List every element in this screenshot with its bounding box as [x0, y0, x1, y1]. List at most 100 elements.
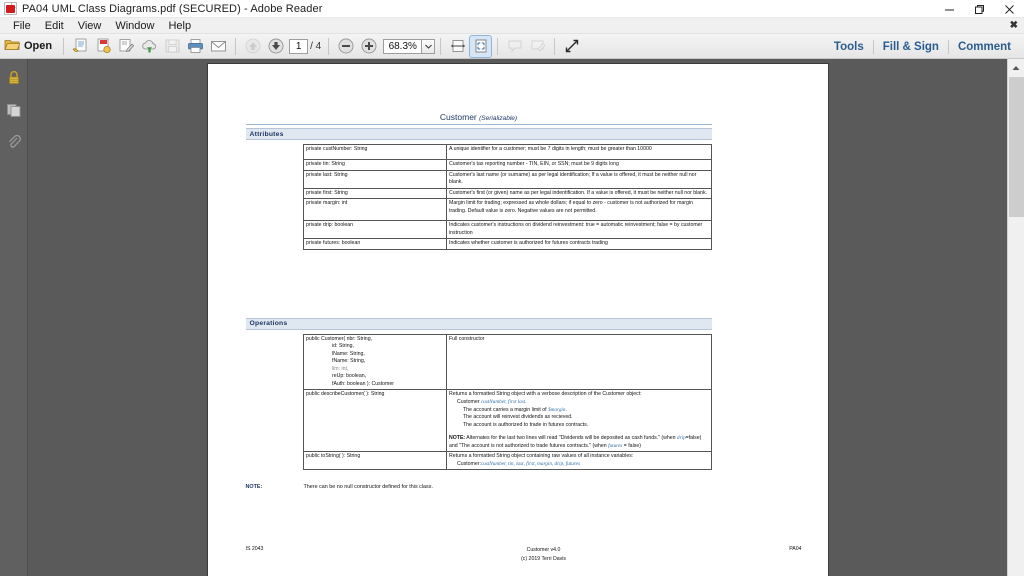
row-gutter [246, 390, 304, 452]
maximize-button[interactable] [964, 0, 994, 18]
pdf-page: Customer (Serializable) Attributes priva… [207, 64, 828, 576]
fullscreen-icon[interactable] [561, 36, 582, 57]
toolbar-divider [440, 37, 442, 55]
operation-description: Returns a formatted String object with a… [446, 389, 712, 453]
fill-and-sign-button[interactable]: Fill & Sign [874, 41, 948, 53]
class-name: Customer [439, 112, 477, 122]
operations-table: public Customer( nbr: String, id: String… [246, 333, 712, 471]
page-thumbnails-icon[interactable] [5, 101, 23, 119]
security-lock-icon[interactable] [5, 69, 23, 87]
attribute-signature: private tin: String [303, 159, 447, 171]
menu-edit[interactable]: Edit [38, 18, 71, 34]
operation-description: Full constructor [446, 333, 712, 391]
attribute-signature: private last: String [303, 169, 447, 189]
note-text: = false) [622, 442, 641, 449]
close-document-button[interactable]: ✖ [1010, 18, 1018, 34]
toolbar-right-links: Tools Fill & Sign Comment [825, 34, 1020, 59]
minimize-button[interactable] [934, 0, 964, 18]
row-gutter [246, 188, 304, 199]
create-pdf-icon[interactable] [70, 36, 91, 57]
edit-pdf-icon[interactable] [116, 36, 137, 57]
fit-page-icon[interactable] [469, 34, 493, 58]
class-stereotype: (Serializable) [479, 115, 518, 122]
menu-help[interactable]: Help [161, 18, 198, 34]
uml-class-diagram: Customer (Serializable) Attributes priva… [245, 112, 712, 490]
table-row: public toString( ): String Returns a for… [246, 451, 712, 471]
menu-view[interactable]: View [71, 18, 109, 34]
attribute-description: Customer's last name (or surname) as per… [446, 169, 712, 189]
close-button[interactable] [994, 0, 1024, 18]
document-viewport[interactable]: Customer (Serializable) Attributes priva… [28, 59, 1007, 576]
attachments-paperclip-icon[interactable] [5, 133, 23, 151]
class-title: Customer (Serializable) [246, 112, 712, 122]
chevron-down-icon[interactable] [421, 38, 436, 54]
toolbar-divider [235, 37, 237, 55]
toolbar-divider [497, 37, 499, 55]
table-row: private margin: int Margin limit for tra… [246, 198, 712, 222]
menu-window[interactable]: Window [108, 18, 161, 34]
desc-text: Customer: [457, 460, 481, 467]
arrow-down-icon[interactable] [265, 36, 286, 57]
scroll-up-icon[interactable] [1007, 59, 1024, 76]
page-count-label: / 4 [310, 40, 322, 52]
table-row: private custNumber: String A unique iden… [246, 144, 712, 160]
code-fragment: futures [608, 442, 623, 449]
print-icon[interactable] [185, 36, 206, 57]
table-row: private last: String Customer's last nam… [246, 169, 712, 189]
highlight-icon [527, 36, 548, 57]
footer-course-code: IS 2043 [245, 546, 264, 553]
footer-doc-version: Customer v4.0 [526, 547, 561, 554]
open-button[interactable]: Open [0, 36, 58, 57]
scrollbar-thumb[interactable] [1009, 77, 1024, 217]
email-icon[interactable] [208, 36, 229, 57]
menu-file[interactable]: File [6, 18, 38, 34]
zoom-group: 68.3% [334, 34, 446, 59]
comment-button[interactable]: Comment [949, 41, 1020, 53]
constructor-param: lName: String, [332, 350, 365, 357]
footer-assignment-code: PA04 [789, 546, 802, 553]
toolbar-divider [328, 37, 330, 55]
upload-cloud-icon[interactable] [139, 36, 160, 57]
code-fragment: custNumber, first last. [480, 398, 527, 405]
note-label: NOTE: [449, 435, 466, 442]
row-gutter [246, 199, 304, 221]
vertical-scrollbar[interactable] [1007, 59, 1024, 576]
row-gutter [246, 160, 304, 171]
zoom-out-icon[interactable] [335, 36, 356, 57]
window-controls [934, 0, 1024, 18]
row-gutter [246, 170, 304, 188]
attribute-description: Indicates customer's instructions on div… [446, 220, 712, 240]
combine-files-icon[interactable] [93, 36, 114, 57]
section-heading-operations: Operations [245, 317, 712, 330]
table-row: public Customer( nbr: String, id: String… [246, 333, 712, 391]
row-gutter [246, 452, 304, 470]
work-area: Customer (Serializable) Attributes priva… [0, 59, 1024, 576]
zoom-level-input[interactable]: 68.3% [383, 38, 422, 54]
title-bar: PA04 UML Class Diagrams.pdf (SECURED) - … [0, 0, 1024, 18]
attribute-description: A unique identifier for a customer; must… [446, 144, 712, 160]
fit-width-icon[interactable] [447, 36, 468, 57]
attribute-description: Margin limit for trading; expressed as w… [446, 198, 712, 222]
code-fragment: custNumber, tin, last, first, margin, dr… [480, 460, 580, 467]
constructor-param: fName: String, [332, 358, 366, 365]
table-row: private first: String Customer's first (… [246, 187, 712, 200]
note-label: NOTE: [245, 484, 263, 491]
tools-button[interactable]: Tools [825, 41, 873, 53]
desc-line: The account carries a margin limit of $m… [449, 407, 709, 415]
table-row: private drip: boolean Indicates customer… [246, 220, 712, 240]
window-title: PA04 UML Class Diagrams.pdf (SECURED) - … [22, 2, 323, 15]
constructor-param: lim: int, [332, 365, 349, 372]
table-row: public describeCustomer( ): String Retur… [246, 389, 712, 453]
desc-line: Customer:custNumber, tin, last, first, m… [449, 461, 709, 469]
arrow-up-icon[interactable] [242, 36, 263, 57]
code-fragment: $margin [548, 406, 566, 413]
operation-signature: public toString( ): String [303, 451, 447, 471]
zoom-in-icon[interactable] [358, 36, 379, 57]
main-toolbar: Open 1 / 4 68.3% Tools Fill & Sign Comme… [0, 34, 1024, 59]
desc-suffix: . [565, 406, 567, 413]
class-note: NOTE: There can be no null constructor d… [246, 484, 712, 490]
page-number-input[interactable]: 1 [289, 38, 309, 54]
constructor-param: fAuth: boolean ): Customer [332, 380, 394, 387]
attribute-signature: private margin: int [303, 198, 447, 222]
note-text: Alternates for the last two lines will r… [465, 435, 678, 442]
